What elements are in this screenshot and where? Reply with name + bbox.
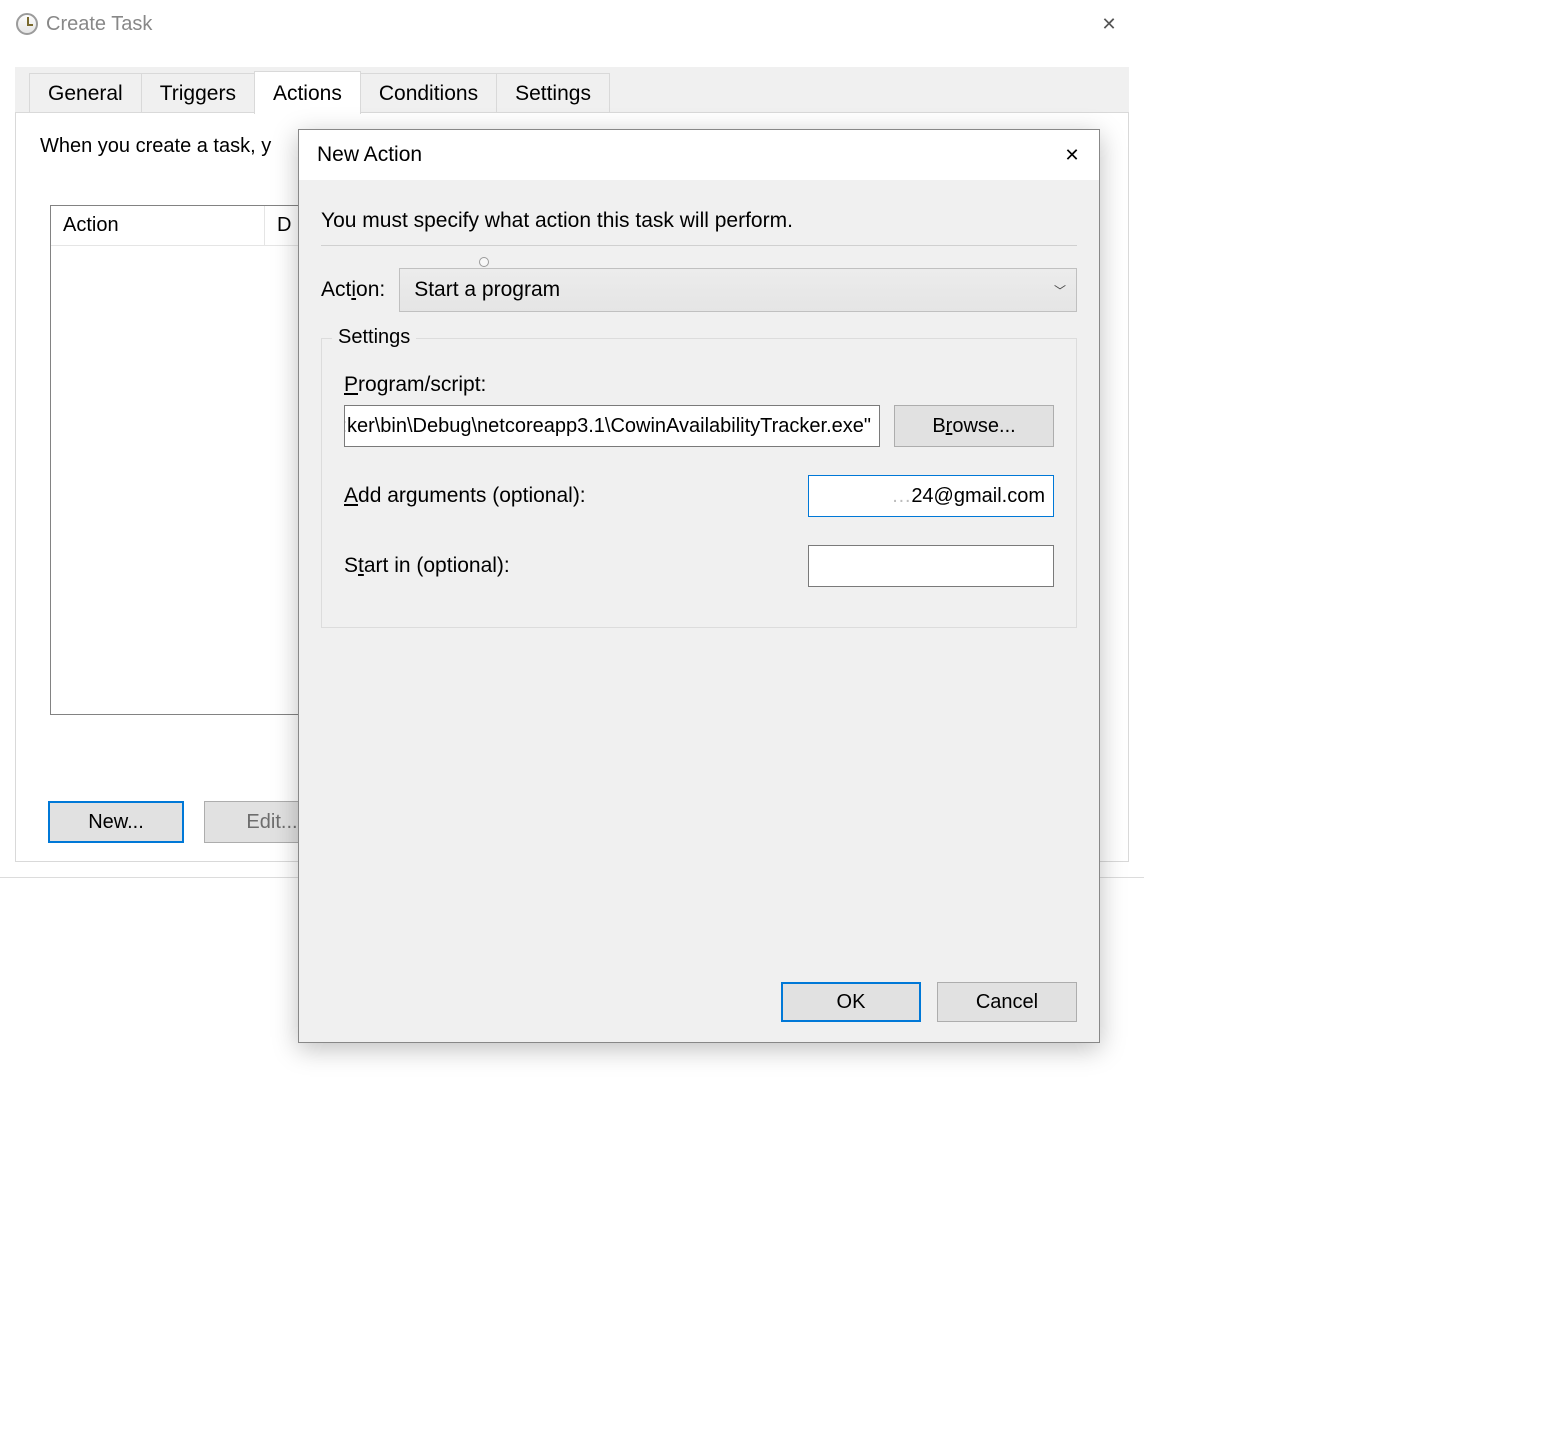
program-script-row: :ker\bin\Debug\netcoreapp3.1\CowinAvaila… — [344, 405, 1054, 447]
clock-icon — [16, 13, 38, 35]
create-task-tabstrip: General Triggers Actions Conditions Sett… — [15, 67, 1129, 114]
tab-triggers[interactable]: Triggers — [141, 73, 255, 114]
new-action-footer: OK Cancel — [781, 982, 1077, 1022]
radio-indicator-icon — [479, 257, 489, 267]
close-icon: ✕ — [1064, 145, 1079, 166]
program-script-input[interactable]: :ker\bin\Debug\netcoreapp3.1\CowinAvaila… — [344, 405, 880, 447]
create-task-title: Create Task — [46, 13, 152, 36]
action-type-selected: Start a program — [414, 278, 560, 302]
ok-button[interactable]: OK — [781, 982, 921, 1022]
settings-group-legend: Settings — [332, 326, 416, 349]
close-icon: ✕ — [1101, 14, 1116, 35]
cancel-button[interactable]: Cancel — [937, 982, 1077, 1022]
browse-button[interactable]: Browse... — [894, 405, 1054, 447]
new-action-instruction: You must specify what action this task w… — [321, 209, 1077, 245]
action-type-row: Action: Start a program ﹀ — [321, 268, 1077, 312]
column-header-action[interactable]: Action — [51, 206, 265, 246]
settings-group: Settings Program/script: :ker\bin\Debug\… — [321, 338, 1077, 628]
new-action-title: New Action — [317, 143, 422, 167]
action-type-dropdown[interactable]: Start a program ﹀ — [399, 268, 1077, 312]
create-task-titlebar: Create Task ✕ — [0, 0, 1144, 48]
separator — [321, 245, 1077, 246]
create-task-close-button[interactable]: ✕ — [1086, 8, 1132, 40]
new-action-button[interactable]: New... — [48, 801, 184, 843]
new-action-titlebar: New Action ✕ — [299, 130, 1099, 181]
startin-input[interactable] — [808, 545, 1054, 587]
arguments-row: Add arguments (optional): …24@gmail.com — [344, 475, 1054, 517]
actions-button-row: New... Edit... — [48, 801, 340, 843]
program-script-label: Program/script: — [344, 373, 1054, 397]
arguments-label: Add arguments (optional): — [344, 484, 808, 508]
tab-general[interactable]: General — [29, 73, 142, 114]
tab-settings[interactable]: Settings — [496, 73, 610, 114]
new-action-body: You must specify what action this task w… — [299, 181, 1099, 628]
tab-conditions[interactable]: Conditions — [360, 73, 497, 114]
new-action-close-button[interactable]: ✕ — [1049, 135, 1095, 175]
arguments-input[interactable]: …24@gmail.com — [808, 475, 1054, 517]
startin-row: Start in (optional): — [344, 545, 1054, 587]
new-action-dialog: New Action ✕ You must specify what actio… — [298, 129, 1100, 1043]
chevron-down-icon: ﹀ — [1054, 282, 1066, 299]
tab-actions[interactable]: Actions — [254, 71, 361, 114]
action-type-label: Action: — [321, 278, 385, 302]
startin-label: Start in (optional): — [344, 554, 808, 578]
